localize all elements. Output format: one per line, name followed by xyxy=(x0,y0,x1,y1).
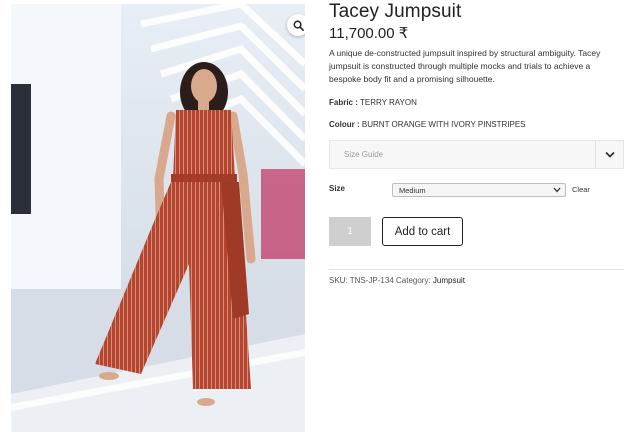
product-title: Tacey Jumpsuit xyxy=(329,1,462,22)
select-caret-icon xyxy=(553,187,561,193)
size-label: Size xyxy=(329,184,346,193)
magnifier-icon xyxy=(293,20,304,31)
add-to-cart-button[interactable]: Add to cart xyxy=(382,217,463,246)
size-guide-accordion[interactable]: Size Guide xyxy=(329,140,624,169)
add-to-cart-row: 1 Add to cart xyxy=(329,217,624,247)
sku-value: TNS-JP-134 xyxy=(349,276,394,285)
chevron-down-icon xyxy=(604,151,615,158)
size-select[interactable]: Medium xyxy=(392,183,566,197)
product-description: A unique de-constructed jumpsuit inspire… xyxy=(329,48,601,84)
colour-attribute: Colour : BURNT ORANGE WITH IVORY PINSTRI… xyxy=(329,119,624,131)
size-guide-toggle[interactable] xyxy=(595,141,623,168)
zoom-button[interactable] xyxy=(287,14,305,36)
fabric-attribute: Fabric : TERRY RAYON xyxy=(329,97,624,109)
product-summary: Tacey Jumpsuit 11,700.00 ₹ A unique de-c… xyxy=(329,0,624,285)
product-meta: SKU: TNS-JP-134 Category: Jumpsuit xyxy=(329,276,624,285)
category-label: Category: xyxy=(396,276,431,285)
size-guide-label: Size Guide xyxy=(344,150,384,159)
clear-variation-link[interactable]: Clear xyxy=(572,185,590,194)
product-price: 11,700.00 ₹ xyxy=(329,25,409,42)
category-link[interactable]: Jumpsuit xyxy=(433,276,465,285)
sku-label: SKU: xyxy=(329,276,348,285)
fabric-label: Fabric : xyxy=(329,98,358,107)
product-image[interactable] xyxy=(11,4,305,432)
fabric-value: TERRY RAYON xyxy=(359,98,417,107)
colour-label: Colour : xyxy=(329,120,360,129)
size-variation-row: Size Medium Clear xyxy=(329,183,624,199)
meta-divider xyxy=(329,269,624,270)
product-photo-illustration xyxy=(11,4,305,432)
quantity-input[interactable]: 1 xyxy=(329,217,371,246)
colour-value: BURNT ORANGE WITH IVORY PINSTRIPES xyxy=(361,120,526,129)
size-selected-value: Medium xyxy=(399,185,426,195)
